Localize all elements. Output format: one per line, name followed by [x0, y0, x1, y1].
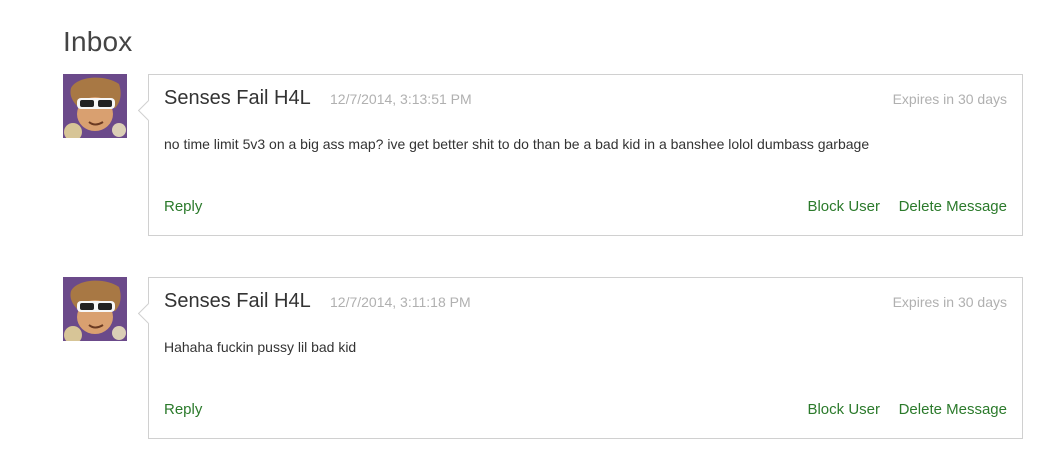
message-body: Hahaha fuckin pussy lil bad kid	[164, 339, 357, 355]
delete-message-button[interactable]: Delete Message	[899, 401, 1007, 419]
avatar[interactable]	[63, 277, 127, 341]
expiry-label: Expires in 30 days	[892, 294, 1007, 310]
message-body: no time limit 5v3 on a big ass map? ive …	[164, 136, 870, 152]
reply-button[interactable]: Reply	[164, 401, 202, 419]
delete-message-button[interactable]: Delete Message	[899, 198, 1007, 216]
message-card: Senses Fail H4L 12/7/2014, 3:11:18 PM Ex…	[148, 277, 1023, 439]
message-card: Senses Fail H4L 12/7/2014, 3:13:51 PM Ex…	[148, 74, 1023, 236]
message-item: Senses Fail H4L 12/7/2014, 3:13:51 PM Ex…	[63, 74, 1025, 238]
avatar[interactable]	[63, 74, 127, 138]
reply-button[interactable]: Reply	[164, 198, 202, 216]
expiry-label: Expires in 30 days	[892, 91, 1007, 107]
message-timestamp: 12/7/2014, 3:11:18 PM	[330, 294, 471, 310]
block-user-button[interactable]: Block User	[807, 401, 880, 419]
block-user-button[interactable]: Block User	[807, 198, 880, 216]
page-title: Inbox	[63, 26, 133, 57]
sender-name[interactable]: Senses Fail H4L	[164, 85, 311, 111]
message-item: Senses Fail H4L 12/7/2014, 3:11:18 PM Ex…	[63, 277, 1025, 441]
sender-name[interactable]: Senses Fail H4L	[164, 288, 311, 314]
message-timestamp: 12/7/2014, 3:13:51 PM	[330, 91, 472, 107]
